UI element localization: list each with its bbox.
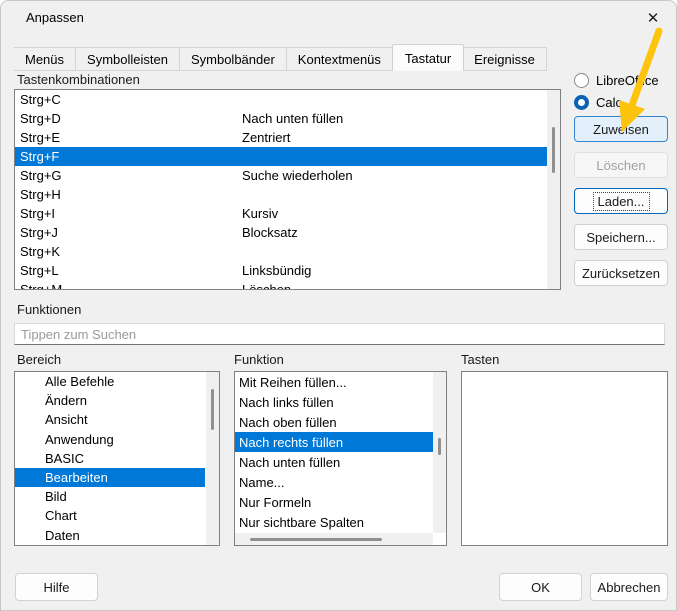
- category-item[interactable]: Bild: [15, 487, 205, 506]
- delete-button: Löschen: [574, 152, 668, 178]
- shortcut-command: Nach unten füllen: [242, 111, 547, 126]
- shortcut-list[interactable]: Strg+C Strg+D Nach unten füllen Strg+E Z…: [14, 89, 561, 290]
- tab-label: Ereignisse: [474, 52, 535, 67]
- close-icon[interactable]: ✕: [640, 6, 666, 30]
- category-item[interactable]: Ansicht: [15, 410, 205, 429]
- shortcut-key: Strg+D: [15, 111, 242, 126]
- keys-list[interactable]: [461, 371, 668, 546]
- shortcut-command: Löschen: [242, 282, 547, 290]
- scope-radio-group: LibreOffice Calc: [574, 72, 659, 116]
- shortcut-row[interactable]: Strg+D Nach unten füllen: [15, 109, 547, 128]
- function-item[interactable]: Nach rechts füllen: [235, 432, 433, 452]
- function-item[interactable]: Nur Formeln: [235, 493, 433, 513]
- tab[interactable]: Tastatur: [392, 44, 464, 71]
- function-list[interactable]: Mit Reihen füllen... Nach links füllen N…: [234, 371, 447, 546]
- category-item[interactable]: Bearbeiten: [15, 468, 205, 487]
- save-button[interactable]: Speichern...: [574, 224, 668, 250]
- shortcut-command: Blocksatz: [242, 225, 547, 240]
- load-button[interactable]: Laden...: [574, 188, 668, 214]
- dialog-title: Anpassen: [26, 10, 84, 25]
- shortcut-key: Strg+F: [15, 149, 242, 164]
- radio-label: Calc: [596, 95, 622, 110]
- tab-label: Symbolbänder: [191, 52, 275, 67]
- category-item[interactable]: BASIC: [15, 449, 205, 468]
- function-item[interactable]: Mit Reihen füllen...: [235, 372, 433, 392]
- category-item[interactable]: Alle Befehle: [15, 372, 205, 391]
- tab[interactable]: Kontextmenüs: [287, 47, 393, 71]
- tab-label: Menüs: [25, 52, 64, 67]
- shortcut-command: Zentriert: [242, 130, 547, 145]
- shortcut-row[interactable]: Strg+M Löschen: [15, 280, 547, 290]
- scrollbar-thumb[interactable]: [250, 538, 382, 541]
- shortcut-row[interactable]: Strg+G Suche wiederholen: [15, 166, 547, 185]
- scrollbar-thumb[interactable]: [552, 127, 555, 173]
- scrollbar-thumb[interactable]: [211, 389, 214, 430]
- function-list-hscrollbar[interactable]: [235, 533, 433, 545]
- shortcuts-label: Tastenkombinationen: [17, 72, 140, 87]
- scrollbar-thumb[interactable]: [438, 438, 441, 455]
- function-column-label: Funktion: [234, 352, 284, 367]
- category-list-scrollbar[interactable]: [206, 372, 219, 545]
- shortcut-row[interactable]: Strg+F: [15, 147, 547, 166]
- shortcut-command: Kursiv: [242, 206, 547, 221]
- shortcut-command: Linksbündig: [242, 263, 547, 278]
- help-button[interactable]: Hilfe: [15, 573, 98, 601]
- shortcut-row[interactable]: Strg+I Kursiv: [15, 204, 547, 223]
- radio-label: LibreOffice: [596, 73, 659, 88]
- function-item[interactable]: Nach oben füllen: [235, 412, 433, 432]
- shortcut-key: Strg+L: [15, 263, 242, 278]
- tab-label: Symbolleisten: [87, 52, 168, 67]
- shortcut-key: Strg+E: [15, 130, 242, 145]
- tab-strip: Menüs Symbolleisten Symbolbänder Kontext…: [14, 44, 547, 71]
- shortcut-key: Strg+G: [15, 168, 242, 183]
- customize-dialog: Anpassen ✕ Menüs Symbolleisten Symbolbän…: [0, 0, 677, 611]
- radio-icon: [574, 73, 589, 88]
- ok-button[interactable]: OK: [499, 573, 582, 601]
- keys-column-label: Tasten: [461, 352, 499, 367]
- scope-radio[interactable]: LibreOffice: [574, 72, 659, 88]
- reset-button[interactable]: Zurücksetzen: [574, 260, 668, 286]
- shortcut-command: Suche wiederholen: [242, 168, 547, 183]
- shortcut-row[interactable]: Strg+L Linksbündig: [15, 261, 547, 280]
- shortcut-key: Strg+I: [15, 206, 242, 221]
- shortcut-list-scrollbar[interactable]: [547, 90, 560, 289]
- tab-label: Kontextmenüs: [298, 52, 381, 67]
- category-column-label: Bereich: [17, 352, 61, 367]
- search-input[interactable]: [14, 323, 665, 345]
- category-item[interactable]: Chart: [15, 506, 205, 525]
- category-item[interactable]: Daten: [15, 526, 205, 545]
- cancel-button[interactable]: Abbrechen: [590, 573, 668, 601]
- category-item[interactable]: Ändern: [15, 391, 205, 410]
- function-list-vscrollbar[interactable]: [433, 372, 446, 533]
- shortcut-key: Strg+M: [15, 282, 242, 290]
- radio-icon: [574, 95, 589, 110]
- function-item[interactable]: Name...: [235, 472, 433, 492]
- category-list[interactable]: Alle Befehle Ändern Ansicht Anwendung BA…: [14, 371, 220, 546]
- tab[interactable]: Symbolbänder: [180, 47, 287, 71]
- tab[interactable]: Menüs: [14, 47, 76, 71]
- shortcut-row[interactable]: Strg+E Zentriert: [15, 128, 547, 147]
- tab[interactable]: Symbolleisten: [76, 47, 180, 71]
- assign-button[interactable]: Zuweisen: [574, 116, 668, 142]
- titlebar: Anpassen ✕: [1, 1, 676, 39]
- function-item[interactable]: Nach unten füllen: [235, 452, 433, 472]
- tab-label: Tastatur: [405, 51, 451, 66]
- functions-label: Funktionen: [17, 302, 81, 317]
- shortcut-key: Strg+H: [15, 187, 242, 202]
- shortcut-key: Strg+K: [15, 244, 242, 259]
- scope-radio[interactable]: Calc: [574, 94, 659, 110]
- shortcut-row[interactable]: Strg+K: [15, 242, 547, 261]
- tab[interactable]: Ereignisse: [463, 47, 547, 71]
- shortcut-row[interactable]: Strg+J Blocksatz: [15, 223, 547, 242]
- shortcut-row[interactable]: Strg+C: [15, 90, 547, 109]
- function-item[interactable]: Nach links füllen: [235, 392, 433, 412]
- shortcut-key: Strg+J: [15, 225, 242, 240]
- function-item[interactable]: Nur sichtbare Spalten: [235, 513, 433, 533]
- shortcut-row[interactable]: Strg+H: [15, 185, 547, 204]
- category-item[interactable]: Anwendung: [15, 430, 205, 449]
- shortcut-key: Strg+C: [15, 92, 242, 107]
